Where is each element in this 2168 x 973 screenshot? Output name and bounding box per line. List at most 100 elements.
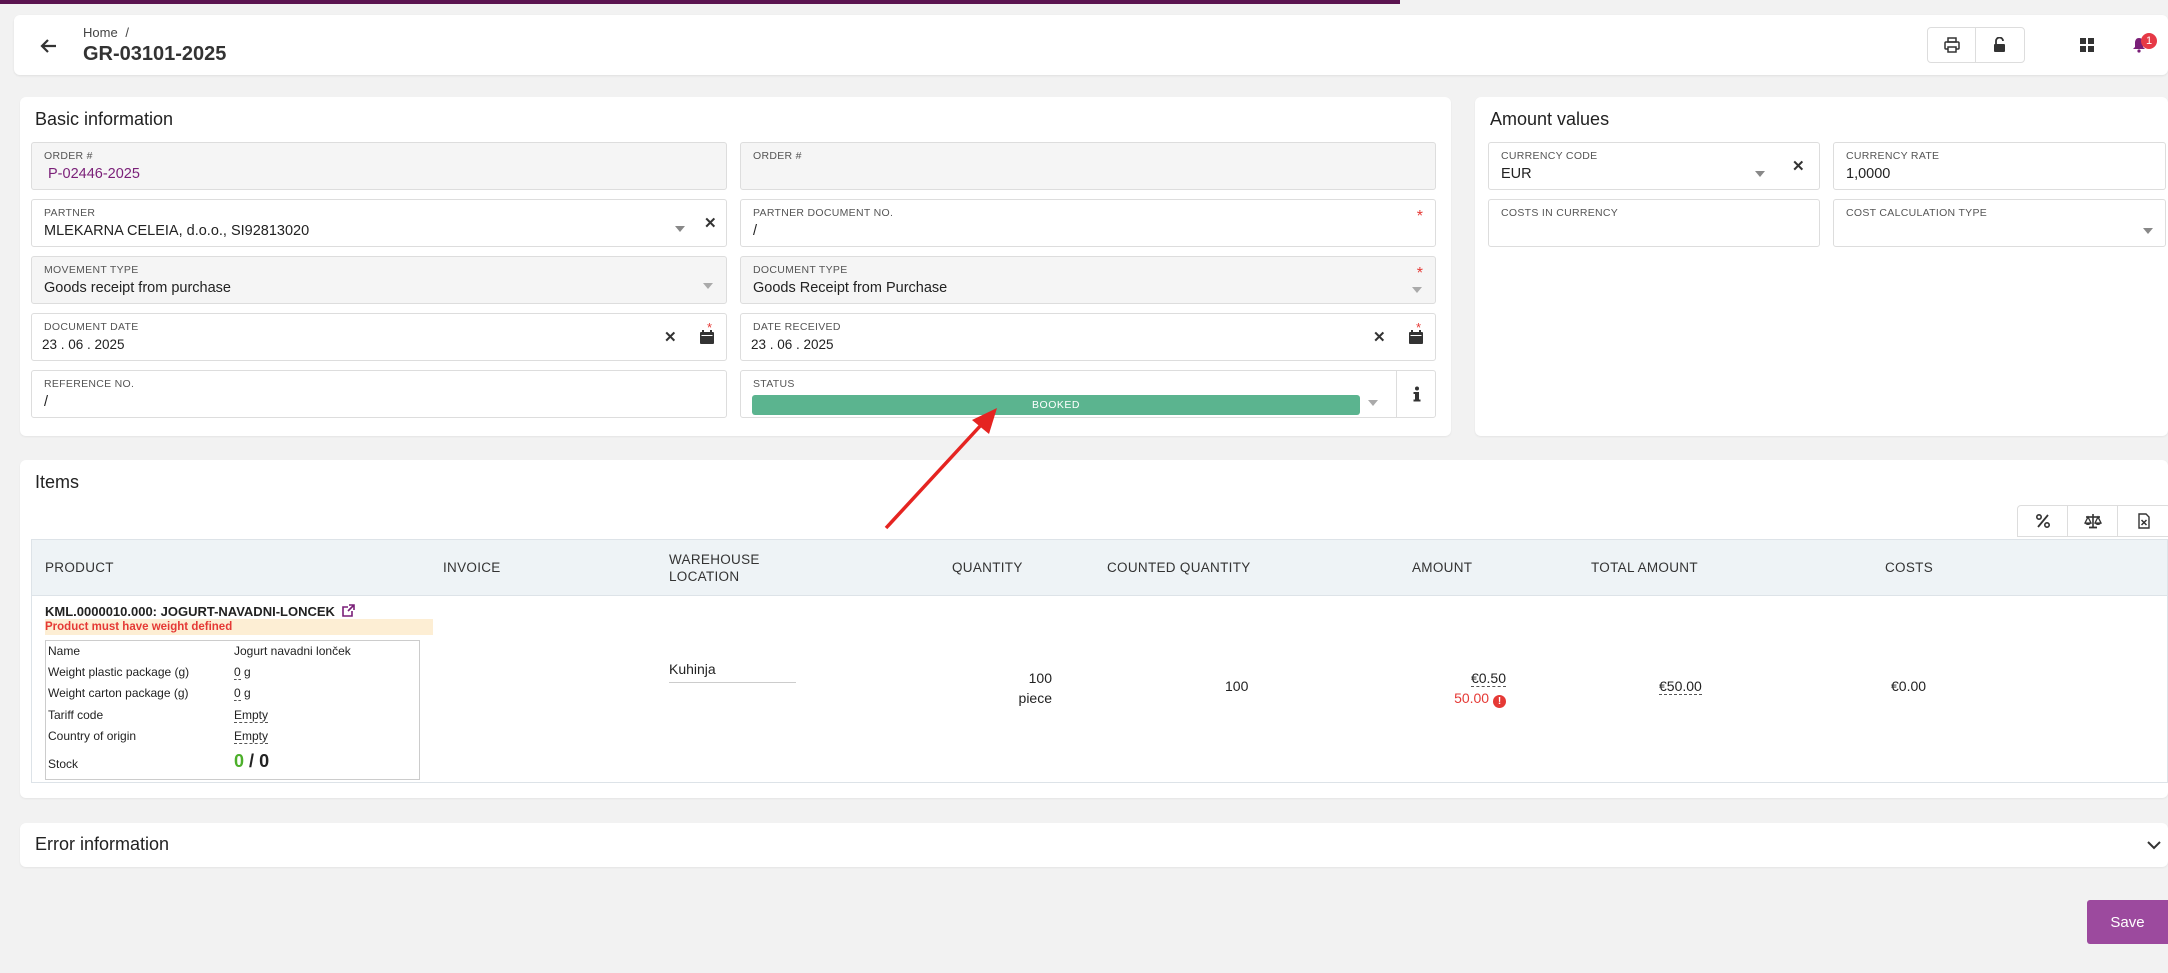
partner-document-label: PARTNER DOCUMENT NO.	[753, 207, 894, 219]
document-date-value[interactable]: 23 . 06 . 2025	[42, 337, 125, 352]
currency-code-field[interactable]: CURRENCY CODE EUR ✕	[1488, 142, 1820, 190]
back-button[interactable]	[34, 31, 64, 61]
chevron-down-icon[interactable]	[1368, 400, 1378, 406]
amount-value[interactable]: €0.50	[1392, 668, 1506, 688]
costs-value: €0.00	[1891, 678, 1927, 694]
error-information-card[interactable]: Error information	[20, 823, 2168, 867]
cost-calculation-type-label: COST CALCULATION TYPE	[1846, 207, 1988, 219]
tariff-code-value[interactable]: Empty	[234, 708, 269, 723]
column-costs[interactable]: COSTS	[1885, 560, 1933, 575]
error-information-title: Error information	[35, 834, 170, 854]
order-field[interactable]: ORDER # P-02446-2025	[31, 142, 727, 190]
column-warehouse-location[interactable]: WAREHOUSE LOCATION	[669, 551, 760, 585]
save-button[interactable]: Save	[2087, 900, 2168, 944]
product-code: KML.0000010.000: JOGURT-NAVADNI-LONCEK	[45, 604, 335, 619]
stock-separator: /	[249, 751, 255, 771]
date-received-field[interactable]: DATE RECEIVED 23 . 06 . 2025 ✕ *	[740, 313, 1436, 361]
detail-value[interactable]: 0 g	[234, 665, 251, 680]
quantity-unit: piece	[1018, 690, 1052, 706]
required-icon: *	[1415, 320, 1421, 335]
chevron-down-icon[interactable]	[675, 226, 685, 232]
detail-row: Tariff code Empty	[46, 705, 419, 726]
currency-rate-field[interactable]: CURRENCY RATE 1,0000	[1833, 142, 2166, 190]
excel-file-icon	[2138, 513, 2150, 529]
detail-value[interactable]: 0 g	[234, 686, 251, 701]
detail-label: Country of origin	[48, 729, 137, 743]
status-label: STATUS	[753, 378, 795, 390]
partner-field[interactable]: PARTNER MLEKARNA CELEIA, d.o.o., SI92813…	[31, 199, 727, 247]
info-button[interactable]	[1396, 371, 1436, 417]
basic-information-card: Basic information ORDER # P-02446-2025 O…	[20, 97, 1451, 436]
amount-values-title: Amount values	[1490, 109, 1610, 129]
reference-field[interactable]: REFERENCE NO. /	[31, 370, 727, 418]
items-title: Items	[35, 472, 80, 492]
stock-value: 0 / 0	[234, 751, 269, 772]
column-total-amount[interactable]: TOTAL AMOUNT	[1591, 560, 1698, 575]
balance-button[interactable]	[2068, 506, 2118, 536]
chevron-down-icon[interactable]	[1755, 171, 1765, 177]
amount-alt: 50.00 !	[1392, 688, 1506, 708]
breadcrumb-home[interactable]: Home	[83, 25, 118, 40]
movement-type-label: MOVEMENT TYPE	[44, 264, 139, 276]
currency-code-label: CURRENCY CODE	[1501, 150, 1598, 162]
status-field[interactable]: STATUS BOOKED	[740, 370, 1436, 418]
clear-icon[interactable]: ✕	[1792, 157, 1805, 175]
column-amount[interactable]: AMOUNT	[1412, 560, 1472, 575]
print-button[interactable]	[1928, 28, 1976, 62]
reference-value: /	[44, 394, 49, 410]
total-amount[interactable]: €50.00	[1659, 678, 1702, 695]
quantity-value: 100	[1028, 670, 1052, 686]
date-received-label: DATE RECEIVED	[753, 321, 841, 333]
document-type-label: DOCUMENT TYPE	[753, 264, 848, 276]
unit: g	[244, 686, 251, 700]
clear-icon[interactable]: ✕	[664, 328, 677, 346]
unlock-button[interactable]	[1976, 28, 2024, 62]
external-link-icon[interactable]	[341, 604, 355, 617]
reference-label: REFERENCE NO.	[44, 378, 135, 390]
chevron-down-icon[interactable]	[2143, 228, 2153, 234]
currency-rate-value[interactable]: 1,0000	[1846, 166, 1890, 182]
export-excel-button[interactable]	[2118, 506, 2168, 536]
page-title: GR-03101-2025	[83, 43, 227, 65]
product-details: Name Jogurt navadni lonček Weight plasti…	[45, 640, 420, 780]
chevron-down-icon[interactable]	[703, 283, 713, 289]
column-invoice[interactable]: INVOICE	[443, 560, 501, 575]
cost-calculation-type-field[interactable]: COST CALCULATION TYPE	[1833, 199, 2166, 247]
column-warehouse: WAREHOUSE	[669, 552, 760, 567]
required-icon: *	[1416, 208, 1423, 225]
notifications-button[interactable]: 1	[2119, 27, 2159, 63]
date-received-value[interactable]: 23 . 06 . 2025	[751, 337, 834, 352]
total-amount-text: €50.00	[1659, 678, 1702, 695]
chevron-down-icon[interactable]	[1412, 287, 1422, 293]
error-icon[interactable]: !	[1493, 695, 1506, 708]
country-of-origin-value[interactable]: Empty	[234, 729, 269, 744]
column-quantity[interactable]: QUANTITY	[952, 560, 1023, 575]
product-name[interactable]: KML.0000010.000: JOGURT-NAVADNI-LONCEK	[45, 604, 355, 619]
costs-in-currency-field[interactable]: COSTS IN CURRENCY	[1488, 199, 1820, 247]
header-actions	[1927, 27, 2025, 63]
movement-type-field[interactable]: MOVEMENT TYPE Goods receipt from purchas…	[31, 256, 727, 304]
column-counted-quantity[interactable]: COUNTED QUANTITY	[1107, 560, 1251, 575]
partner-document-field[interactable]: PARTNER DOCUMENT NO. * /	[740, 199, 1436, 247]
clear-icon[interactable]: ✕	[704, 214, 717, 232]
apps-grid-button[interactable]	[2067, 27, 2107, 63]
counted-quantity: 100	[1225, 678, 1249, 694]
clear-icon[interactable]: ✕	[1373, 328, 1386, 346]
detail-label: Weight carton package (g)	[48, 686, 189, 700]
warehouse-location-input[interactable]: Kuhinja	[669, 661, 796, 683]
weight-carton-value[interactable]: 0	[234, 686, 241, 701]
document-date-field[interactable]: DOCUMENT DATE 23 . 06 . 2025 ✕ *	[31, 313, 727, 361]
order-field-2[interactable]: ORDER #	[740, 142, 1436, 190]
chevron-down-icon[interactable]	[2147, 840, 2161, 850]
detail-row: Weight carton package (g) 0 g	[46, 683, 419, 704]
info-icon	[1413, 386, 1420, 402]
discount-button[interactable]	[2018, 506, 2068, 536]
order-value[interactable]: P-02446-2025	[48, 166, 140, 182]
document-type-field[interactable]: DOCUMENT TYPE * Goods Receipt from Purch…	[740, 256, 1436, 304]
column-location: LOCATION	[669, 569, 740, 584]
column-product[interactable]: PRODUCT	[45, 560, 114, 575]
table-header: PRODUCT INVOICE WAREHOUSE LOCATION QUANT…	[32, 540, 2167, 596]
page-header: Home / GR-03101-2025 1	[14, 15, 2168, 75]
amount-alt-value: 50.00	[1454, 690, 1490, 706]
weight-plastic-value[interactable]: 0	[234, 665, 241, 680]
